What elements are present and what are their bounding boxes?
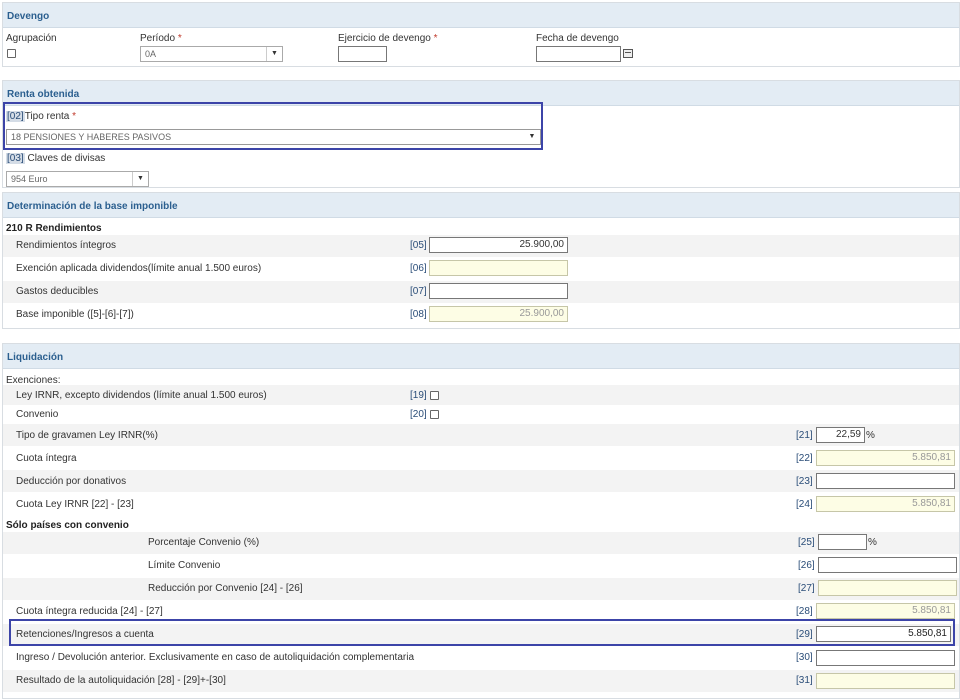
paises-row-label: Reducción por Convenio [24] - [26] [148, 583, 303, 594]
cuota-integra-output: 5.850,81 [816, 450, 955, 466]
tipo-renta-highlight [3, 102, 543, 150]
required-mark: * [177, 33, 182, 44]
ley-checkbox[interactable] [430, 391, 439, 400]
gastos-input[interactable] [429, 283, 568, 299]
divisas-text: Claves de divisas [27, 153, 106, 164]
convenio-label: Convenio [16, 409, 59, 420]
base-row-code: [08] [410, 309, 427, 320]
base-header: Determinación de la base imponible [3, 193, 959, 218]
liq-row-label: Tipo de gravamen Ley IRNR(%) [16, 430, 158, 441]
convenio-code: [20] [410, 409, 427, 420]
retenciones-highlight [9, 619, 955, 646]
resultado-output [816, 673, 955, 689]
porcentaje-convenio-input[interactable] [818, 534, 867, 550]
final-row-code: [31] [796, 675, 813, 686]
percent-suffix: % [866, 430, 875, 441]
liquidacion-title: Liquidación [7, 352, 64, 363]
ley-label: Ley IRNR, excepto dividendos (límite anu… [16, 390, 267, 401]
ingreso-devolucion-input[interactable] [816, 650, 955, 666]
final-row-label: Ingreso / Devolución anterior. Exclusiva… [16, 652, 415, 663]
cuota-reducida-output: 5.850,81 [816, 603, 955, 619]
paises-label: Sólo países con convenio [6, 520, 129, 531]
final-row-label: Cuota íntegra reducida [24] - [27] [16, 606, 163, 617]
chevron-down-icon[interactable]: ▼ [266, 47, 282, 61]
cuota-ley-output: 5.850,81 [816, 496, 955, 512]
base-title: Determinación de la base imponible [7, 201, 178, 212]
base-row-code: [06] [410, 263, 427, 274]
donativos-input[interactable] [816, 473, 955, 489]
divisas-label: [03] Claves de divisas [6, 153, 105, 164]
paises-row-label: Límite Convenio [148, 560, 221, 571]
table-row [3, 532, 959, 554]
ejercicio-label: Ejercicio de devengo * [338, 33, 438, 44]
liq-row-label: Cuota Ley IRNR [22] - [23] [16, 499, 134, 510]
rendimientos-input[interactable]: 25.900,00 [429, 237, 568, 253]
ley-code: [19] [410, 390, 427, 401]
base-row-code: [07] [410, 286, 427, 297]
devengo-header: Devengo [3, 3, 959, 28]
reduccion-convenio-output [818, 580, 957, 596]
liq-row-code: [21] [796, 430, 813, 441]
devengo-title: Devengo [7, 11, 50, 22]
paises-row-code: [27] [798, 583, 815, 594]
exencion-input[interactable] [429, 260, 568, 276]
base-subtitle: 210 R Rendimientos [6, 223, 102, 234]
fecha-input[interactable] [536, 46, 621, 62]
periodo-label-text: Período [140, 33, 176, 44]
paises-row-code: [25] [798, 537, 815, 548]
limite-convenio-input[interactable] [818, 557, 957, 573]
liquidacion-header: Liquidación [3, 344, 959, 369]
paises-row-label: Porcentaje Convenio (%) [148, 537, 260, 548]
chevron-down-icon[interactable]: ▼ [132, 172, 148, 186]
calendar-icon[interactable] [623, 49, 633, 58]
tipo-gravamen-input[interactable]: 22,59 [816, 427, 865, 443]
renta-title: Renta obtenida [7, 89, 80, 100]
base-row-label: Rendimientos íntegros [16, 240, 117, 251]
divisas-code: [03] [6, 153, 25, 164]
periodo-select[interactable]: 0A ▼ [140, 46, 283, 62]
required-mark: * [433, 33, 438, 44]
agrupacion-label: Agrupación [6, 33, 57, 44]
percent-suffix: % [868, 537, 877, 548]
base-row-label: Exención aplicada dividendos(límite anua… [16, 263, 262, 274]
liq-row-code: [22] [796, 453, 813, 464]
final-row-code: [28] [796, 606, 813, 617]
liq-row-code: [23] [796, 476, 813, 487]
divisas-value: 954 Euro [11, 174, 48, 184]
periodo-label: Período * [140, 33, 182, 44]
final-row-label: Resultado de la autoliquidación [28] - [… [16, 675, 226, 686]
liq-row-label: Deducción por donativos [16, 476, 127, 487]
periodo-value: 0A [145, 49, 157, 59]
ejercicio-input[interactable] [338, 46, 387, 62]
liq-row-code: [24] [796, 499, 813, 510]
convenio-checkbox[interactable] [430, 410, 439, 419]
ejercicio-label-text: Ejercicio de devengo [338, 33, 431, 44]
base-imponible-output: 25.900,00 [429, 306, 568, 322]
liq-row-label: Cuota íntegra [16, 453, 77, 464]
base-row-label: Gastos deducibles [16, 286, 99, 297]
base-row-code: [05] [410, 240, 427, 251]
agrupacion-checkbox[interactable] [7, 49, 16, 58]
base-row-label: Base imponible ([5]-[6]-[7]) [16, 309, 134, 320]
final-row-code: [30] [796, 652, 813, 663]
fecha-label: Fecha de devengo [536, 33, 619, 44]
table-row [3, 578, 959, 600]
paises-row-code: [26] [798, 560, 815, 571]
divisas-select[interactable]: 954 Euro ▼ [6, 171, 149, 187]
